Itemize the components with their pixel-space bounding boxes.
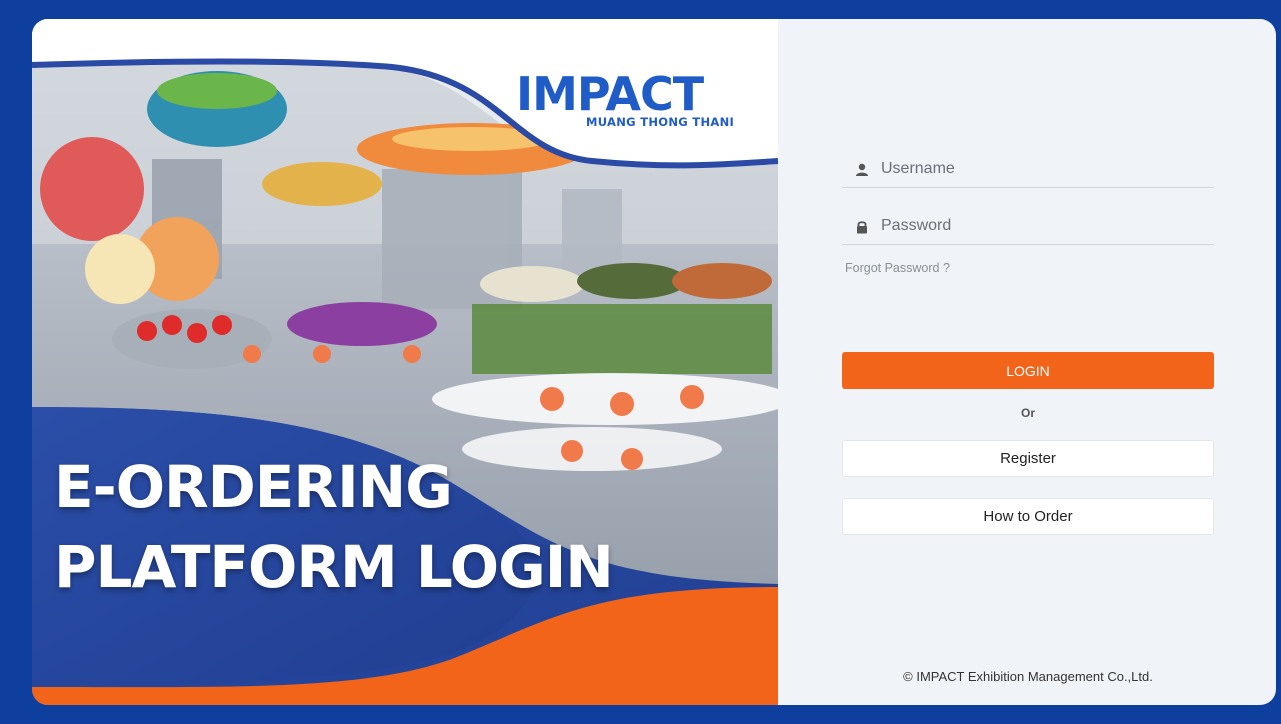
- login-card: IMPACT MUANG THONG THANI E-ORDERING PLAT…: [32, 19, 1276, 705]
- lock-icon: [857, 221, 867, 234]
- user-icon: [856, 163, 868, 176]
- how-to-order-button[interactable]: How to Order: [842, 498, 1214, 535]
- or-divider: Or: [1020, 406, 1035, 420]
- logo-word: IMPACT: [516, 67, 704, 121]
- username-field: [842, 147, 1214, 188]
- hero-title-line2: PLATFORM LOGIN: [54, 533, 614, 601]
- register-button[interactable]: Register: [842, 440, 1214, 477]
- username-input[interactable]: [879, 155, 1203, 183]
- login-button[interactable]: LOGIN: [842, 352, 1214, 389]
- forgot-password-link[interactable]: Forgot Password ?: [845, 261, 950, 275]
- password-input[interactable]: [879, 212, 1203, 240]
- impact-logo: IMPACT MUANG THONG THANI: [516, 69, 748, 131]
- hero-title: E-ORDERING PLATFORM LOGIN: [54, 447, 614, 607]
- hero-banner: IMPACT MUANG THONG THANI E-ORDERING PLAT…: [32, 19, 778, 705]
- password-field: [842, 204, 1214, 245]
- logo-subtitle: MUANG THONG THANI: [586, 115, 735, 129]
- login-form: Forgot Password ? LOGIN Or Register How …: [842, 19, 1214, 705]
- copyright-text: © IMPACT Exhibition Management Co.,Ltd.: [903, 669, 1153, 684]
- hero-title-line1: E-ORDERING: [54, 453, 453, 521]
